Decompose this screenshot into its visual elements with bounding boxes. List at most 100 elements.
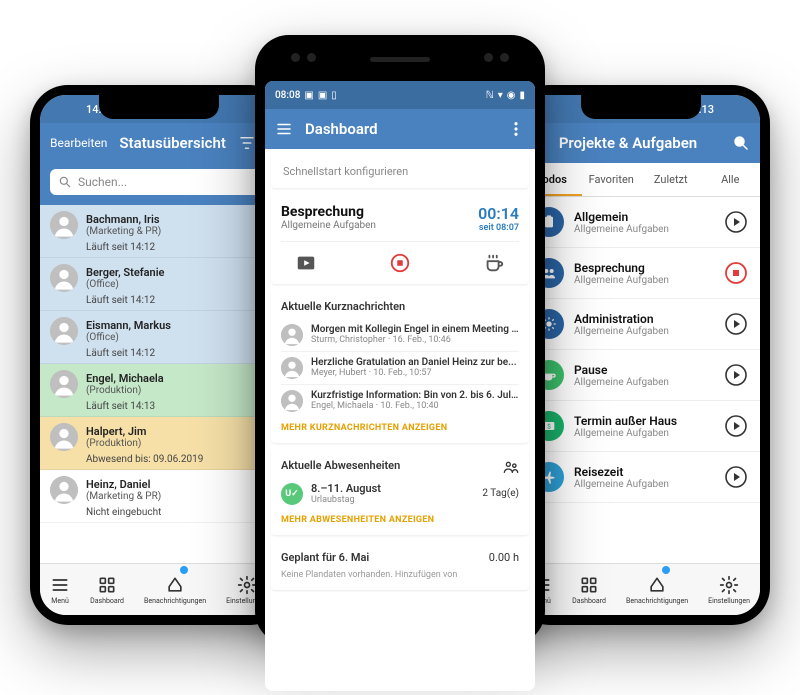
news-more-button[interactable]: MEHR KURZNACHRICHTEN ANZEIGEN (281, 423, 519, 433)
tab-menu[interactable]: Menü (50, 575, 70, 605)
news-item[interactable]: Morgen mit Kollegin Engel in einem Meeti… (281, 319, 519, 352)
filter-tab-zuletzt[interactable]: Zuletzt (641, 163, 701, 196)
search-bar: Suchen... (40, 163, 278, 205)
person-row[interactable]: Bachmann, Iris(Marketing & PR)Läuft seit… (40, 205, 278, 258)
person-row[interactable]: Engel, Michaela(Produktion)Läuft seit 14… (40, 364, 278, 417)
phone-right: 14:13 Projekte & Aufgaben TodosFavoriten… (512, 85, 770, 625)
stop-icon[interactable] (389, 252, 411, 274)
project-title: Termin außer Haus (574, 414, 714, 428)
news-item[interactable]: Kurzfristige Information: Bin von 2. bis… (281, 385, 519, 417)
project-item[interactable]: BesprechungAllgemeine Aufgaben (522, 248, 760, 299)
project-title: Pause (574, 363, 714, 377)
search-input[interactable]: Suchen... (50, 169, 268, 195)
news-item-meta: Sturm, Christopher · 16. Feb., 10:46 (311, 335, 519, 345)
plan-empty: Keine Plandaten vorhanden. Hinzufügen vo… (281, 570, 519, 580)
play-button[interactable] (724, 414, 748, 438)
tab-settings[interactable]: Einstellungen (708, 575, 750, 605)
person-dept: (Office) (86, 279, 164, 290)
project-subtitle: Allgemeine Aufgaben (574, 428, 714, 439)
person-row[interactable]: Berger, Stefanie(Office)Läuft seit 14:12 (40, 258, 278, 311)
project-item[interactable]: AllgemeinAllgemeine Aufgaben (522, 197, 760, 248)
page-title: Statusübersicht (119, 134, 226, 152)
person-status: Nicht eingebucht (50, 507, 268, 518)
person-name: Halpert, Jim (86, 425, 146, 438)
avatar (281, 324, 303, 346)
absence-type: Urlaubstag (311, 495, 381, 505)
avatar (281, 357, 303, 379)
news-title: Aktuelle Kurznachrichten (281, 300, 519, 313)
filter-tab-alle[interactable]: Alle (701, 163, 761, 196)
search-icon[interactable] (732, 134, 750, 152)
tab-notifications[interactable]: Benachrichtigungen (626, 575, 688, 605)
notification-badge (662, 566, 670, 574)
notification-badge (180, 566, 188, 574)
menu-icon[interactable] (275, 120, 293, 138)
play-button[interactable] (724, 465, 748, 489)
project-title: Allgemein (574, 210, 714, 224)
play-button[interactable] (724, 210, 748, 234)
news-item-title: Morgen mit Kollegin Engel in einem Meeti… (311, 324, 519, 335)
app-bar: Bearbeiten Statusübersicht (40, 123, 278, 163)
project-item[interactable]: PauseAllgemeine Aufgaben (522, 350, 760, 401)
play-icon[interactable] (295, 252, 317, 274)
coffee-icon[interactable] (483, 252, 505, 274)
filter-tab-favoriten[interactable]: Favoriten (582, 163, 642, 196)
plan-card: Geplant für 6. Mai 0.00 h Keine Plandate… (271, 541, 529, 590)
filter-tabs: TodosFavoritenZuletztAlle (522, 163, 760, 197)
edit-button[interactable]: Bearbeiten (50, 136, 107, 150)
timer-since: seit 08:07 (478, 223, 519, 233)
project-subtitle: Allgemeine Aufgaben (574, 479, 714, 490)
absence-item[interactable]: U✓ 8.–11. August Urlaubstag 2 Tag(e) (281, 478, 519, 509)
avatar (50, 423, 78, 451)
phone-center: ◁ ○ □ 08:08▣▣▯ ℕ▾◉▮ Dashboard Schnellsta… (255, 35, 545, 645)
tab-dashboard[interactable]: Dashboard (572, 575, 606, 605)
person-dept: (Marketing & PR) (86, 491, 161, 502)
phone-left: 14:13 ➤ Bearbeiten Statusübersicht Suche… (30, 85, 288, 625)
app-bar: Dashboard (265, 109, 535, 149)
project-title: Reisezeit (574, 465, 714, 479)
stop-button[interactable] (724, 261, 748, 285)
more-icon[interactable] (507, 120, 525, 138)
tab-notifications[interactable]: Benachrichtigungen (144, 575, 206, 605)
news-item-meta: Engel, Michaela · 10. Feb., 10:40 (311, 401, 519, 411)
project-item[interactable]: $Termin außer HausAllgemeine Aufgaben (522, 401, 760, 452)
timer-card: Besprechung Allgemeine Aufgaben 00:14 se… (271, 194, 529, 284)
current-task-title: Besprechung (281, 204, 376, 220)
avatar (50, 370, 78, 398)
tab-bar: Menü Dashboard Benachrichtigungen Einste… (40, 563, 278, 615)
current-task-category: Allgemeine Aufgaben (281, 220, 376, 231)
tab-dashboard[interactable]: Dashboard (90, 575, 124, 605)
absence-more-button[interactable]: MEHR ABWESENHEITEN ANZEIGEN (281, 515, 519, 525)
quickstart-button[interactable]: Schnellstart konfigurieren (271, 155, 529, 188)
people-icon[interactable] (503, 459, 519, 478)
status-bar: 08:08▣▣▯ ℕ▾◉▮ (265, 81, 535, 109)
project-subtitle: Allgemeine Aufgaben (574, 326, 714, 337)
person-row[interactable]: Heinz, Daniel(Marketing & PR)Nicht einge… (40, 470, 278, 523)
absence-title: Aktuelle Abwesenheiten (281, 459, 400, 472)
app-bar: Projekte & Aufgaben (522, 123, 760, 163)
play-button[interactable] (724, 312, 748, 336)
timer-elapsed: 00:14 (478, 204, 519, 223)
plan-title: Geplant für 6. Mai (281, 551, 369, 564)
person-row[interactable]: Eismann, Markus(Office)Läuft seit 14:12 (40, 311, 278, 364)
project-list: AllgemeinAllgemeine AufgabenBesprechungA… (522, 197, 760, 503)
person-row[interactable]: Halpert, Jim(Produktion)Abwesend bis: 09… (40, 417, 278, 470)
news-item-meta: Meyer, Hubert · 10. Feb., 10:57 (311, 368, 519, 378)
news-card: Aktuelle Kurznachrichten Morgen mit Koll… (271, 290, 529, 443)
person-status: Läuft seit 14:12 (50, 348, 268, 359)
avatar (281, 390, 303, 412)
page-title: Projekte & Aufgaben (532, 134, 724, 152)
page-title: Dashboard (305, 120, 495, 138)
status-time: 08:08 (275, 90, 300, 101)
avatar (50, 317, 78, 345)
vacation-icon: U✓ (281, 483, 303, 505)
news-item-title: Herzliche Gratulation an Daniel Heinz zu… (311, 357, 519, 368)
project-item[interactable]: AdministrationAllgemeine Aufgaben (522, 299, 760, 350)
play-button[interactable] (724, 363, 748, 387)
project-item[interactable]: ReisezeitAllgemeine Aufgaben (522, 452, 760, 503)
filter-icon[interactable] (238, 134, 256, 152)
avatar (50, 476, 78, 504)
person-status: Läuft seit 14:12 (50, 295, 268, 306)
news-item[interactable]: Herzliche Gratulation an Daniel Heinz zu… (281, 352, 519, 385)
person-list: Bachmann, Iris(Marketing & PR)Läuft seit… (40, 205, 278, 523)
